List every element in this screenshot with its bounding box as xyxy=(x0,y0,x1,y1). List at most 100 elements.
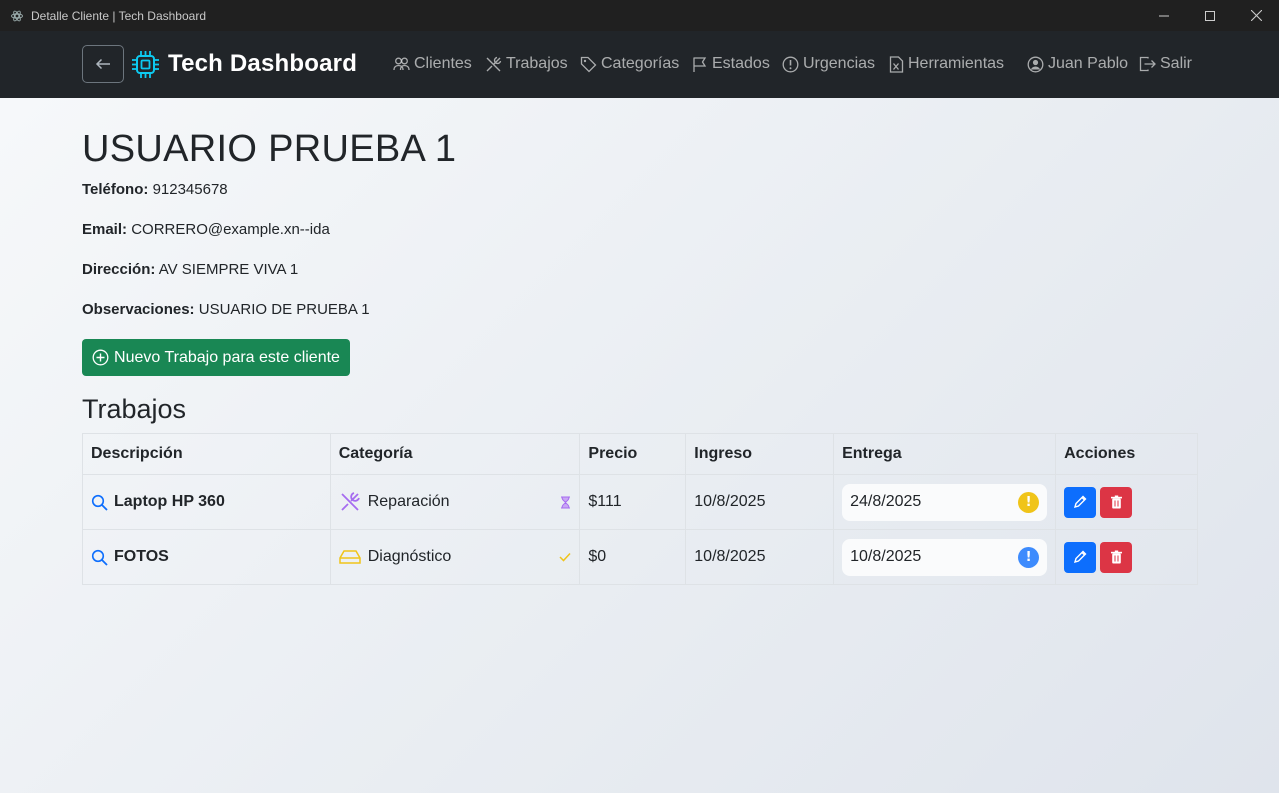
nav-clientes-label: Clientes xyxy=(414,55,472,72)
close-button[interactable] xyxy=(1233,0,1279,31)
client-phone-label: Teléfono: xyxy=(82,181,149,198)
nav-logout[interactable]: Salir xyxy=(1139,53,1192,75)
search-icon[interactable] xyxy=(91,494,108,511)
hdd-icon xyxy=(338,550,361,564)
pencil-icon xyxy=(1074,550,1087,564)
job-category-cell: Reparación xyxy=(329,474,581,530)
col-categoria: Categoría xyxy=(329,433,581,475)
nav-herramientas[interactable]: Herramientas xyxy=(889,53,1004,75)
job-entrega-cell: 24/8/2025 ! xyxy=(833,474,1057,530)
nav-estados[interactable]: Estados xyxy=(692,53,770,75)
job-category: Diagnóstico xyxy=(367,548,452,565)
tools-icon xyxy=(341,492,360,511)
people-icon xyxy=(393,57,410,71)
nav-herramientas-label: Herramientas xyxy=(908,55,1005,72)
brand[interactable]: Tech Dashboard xyxy=(131,48,357,80)
job-actions-cell xyxy=(1055,529,1198,585)
app-icon xyxy=(10,9,24,23)
job-description: Laptop HP 360 xyxy=(114,493,225,510)
back-button[interactable] xyxy=(82,45,124,83)
job-entrega: 10/8/2025 xyxy=(850,548,922,565)
trash-icon xyxy=(1110,550,1122,564)
job-ingreso: 10/8/2025 xyxy=(685,474,835,530)
trash-icon xyxy=(1110,495,1122,509)
job-price: $0 xyxy=(579,529,687,585)
client-email-value: CORRERO@example.xn--ida xyxy=(131,221,330,238)
jobs-title: Trabajos xyxy=(82,394,187,424)
minimize-icon xyxy=(1159,15,1169,16)
col-entrega: Entrega xyxy=(833,433,1057,475)
flag-icon xyxy=(693,56,707,72)
brand-title: Tech Dashboard xyxy=(168,50,358,77)
nav-categorias[interactable]: Categorías xyxy=(580,53,679,75)
exclamation-circle-icon: ! xyxy=(1018,491,1040,513)
hourglass-icon xyxy=(561,496,571,508)
client-address: Dirección: AV SIEMPRE VIVA 1 xyxy=(82,261,298,278)
delete-button[interactable] xyxy=(1100,541,1133,573)
client-name: USUARIO PRUEBA 1 xyxy=(82,128,457,170)
job-actions-cell xyxy=(1055,474,1198,530)
maximize-icon xyxy=(1205,10,1215,21)
maximize-button[interactable] xyxy=(1187,0,1233,31)
table-row: FOTOS Diagnóstico $0 10/8/2025 10/8/2025… xyxy=(82,529,1198,585)
nav-urgencias[interactable]: Urgencias xyxy=(782,53,875,75)
arrow-left-icon xyxy=(95,58,110,70)
window-title: Detalle Cliente | Tech Dashboard xyxy=(31,8,206,23)
file-excel-icon xyxy=(889,55,904,73)
nav-estados-label: Estados xyxy=(712,55,770,72)
exclamation-circle-icon xyxy=(782,56,799,72)
job-ingreso: 10/8/2025 xyxy=(685,529,835,585)
client-address-label: Dirección: xyxy=(82,261,156,278)
minimize-button[interactable] xyxy=(1141,0,1187,31)
jobs-table: Descripción Categoría Precio Ingreso Ent… xyxy=(82,433,1198,585)
new-job-label: Nuevo Trabajo para este cliente xyxy=(114,348,340,366)
nav-user[interactable]: Juan Pablo xyxy=(1027,53,1128,75)
search-icon[interactable] xyxy=(91,549,108,566)
client-phone-value: 912345678 xyxy=(152,181,228,198)
client-notes-label: Observaciones: xyxy=(82,301,195,318)
col-precio: Precio xyxy=(579,433,687,475)
logout-icon xyxy=(1139,56,1156,72)
nav-categorias-label: Categorías xyxy=(601,55,680,72)
pencil-icon xyxy=(1074,495,1087,509)
exclamation-circle-icon: ! xyxy=(1018,546,1040,568)
table-header: Descripción Categoría Precio Ingreso Ent… xyxy=(82,433,1198,475)
job-price: $111 xyxy=(579,474,687,530)
edit-button[interactable] xyxy=(1064,486,1097,518)
entrega-pill: 10/8/2025 ! xyxy=(842,538,1048,576)
client-notes-value: USUARIO DE PRUEBA 1 xyxy=(198,301,370,318)
user-circle-icon xyxy=(1027,56,1044,72)
edit-button[interactable] xyxy=(1064,541,1097,573)
nav-trabajos[interactable]: Trabajos xyxy=(485,53,568,75)
col-acciones: Acciones xyxy=(1055,433,1198,475)
job-description: FOTOS xyxy=(114,548,169,565)
check-icon xyxy=(559,552,571,562)
tools-icon xyxy=(486,56,502,71)
nav-urgencias-label: Urgencias xyxy=(803,55,876,72)
client-notes: Observaciones: USUARIO DE PRUEBA 1 xyxy=(82,301,370,318)
close-icon xyxy=(1250,10,1262,21)
nav-trabajos-label: Trabajos xyxy=(506,55,568,72)
job-description-cell[interactable]: Laptop HP 360 xyxy=(82,474,331,530)
job-category-cell: Diagnóstico xyxy=(329,529,581,585)
col-ingreso: Ingreso xyxy=(685,433,835,475)
cpu-icon xyxy=(132,50,159,78)
job-category: Reparación xyxy=(367,493,450,510)
nav-logout-label: Salir xyxy=(1160,55,1193,72)
window-titlebar: Detalle Cliente | Tech Dashboard xyxy=(0,0,1279,31)
client-phone: Teléfono: 912345678 xyxy=(82,181,228,198)
job-description-cell[interactable]: FOTOS xyxy=(82,529,331,585)
nav-user-label: Juan Pablo xyxy=(1048,55,1129,72)
new-job-button[interactable]: Nuevo Trabajo para este cliente xyxy=(82,339,350,376)
entrega-pill: 24/8/2025 ! xyxy=(842,483,1048,521)
tag-icon xyxy=(580,56,597,72)
table-row: Laptop HP 360 Reparación $111 10/8/2025 … xyxy=(82,474,1198,530)
navbar: Tech Dashboard Clientes Trabajos Categor… xyxy=(0,31,1279,98)
delete-button[interactable] xyxy=(1100,486,1133,518)
col-descripcion: Descripción xyxy=(82,433,331,475)
client-address-value: AV SIEMPRE VIVA 1 xyxy=(158,261,299,278)
client-email: Email: CORRERO@example.xn--ida xyxy=(82,221,330,238)
client-email-label: Email: xyxy=(82,221,128,238)
nav-clientes[interactable]: Clientes xyxy=(393,53,472,75)
job-entrega: 24/8/2025 xyxy=(850,493,922,510)
